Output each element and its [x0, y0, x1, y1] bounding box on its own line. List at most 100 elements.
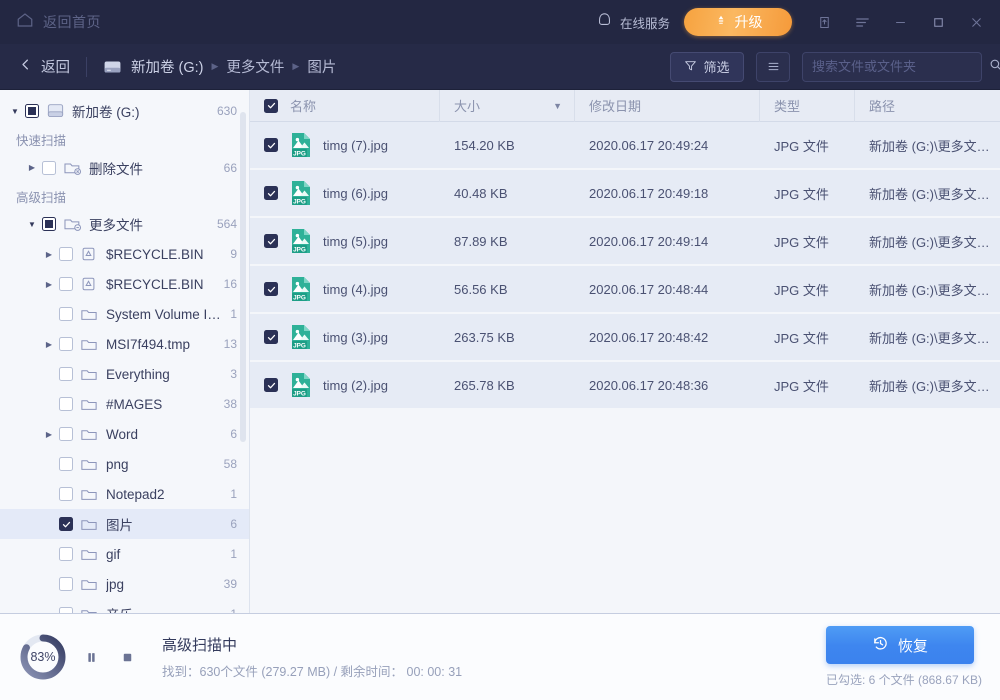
- jpg-file-icon: JPG: [289, 276, 313, 302]
- tree-checkbox[interactable]: [59, 337, 73, 351]
- tree-item-count: 66: [224, 161, 237, 175]
- tree-item-1-12[interactable]: jpg39: [0, 569, 249, 599]
- chevron-right-icon[interactable]: ▶: [42, 247, 56, 261]
- tree-item-label: $RECYCLE.BIN: [106, 247, 222, 262]
- row-checkbox[interactable]: [264, 234, 278, 248]
- tree-checkbox[interactable]: [59, 247, 73, 261]
- tree-item-1-4[interactable]: ▶MSI7f494.tmp13: [0, 329, 249, 359]
- tree-item-1-8[interactable]: png58: [0, 449, 249, 479]
- pause-icon[interactable]: [78, 644, 104, 670]
- online-service-button[interactable]: 在线服务: [596, 11, 670, 33]
- tree-item-1-3[interactable]: System Volume Inf...1: [0, 299, 249, 329]
- selected-summary: 已勾选: 6 个文件 (868.67 KB): [826, 671, 982, 688]
- column-header-date[interactable]: 修改日期: [575, 90, 760, 122]
- tree-item-1-10[interactable]: 图片6: [0, 509, 249, 539]
- table-row[interactable]: JPGtimg (7).jpg154.20 KB2020.06.17 20:49…: [250, 122, 1000, 168]
- file-name-label: timg (4).jpg: [323, 282, 388, 297]
- chevron-right-icon[interactable]: ▶: [42, 277, 56, 291]
- row-checkbox[interactable]: [264, 378, 278, 392]
- folder-icon: [80, 307, 99, 322]
- status-actions: 恢复 已勾选: 6 个文件 (868.67 KB): [826, 626, 982, 688]
- column-header-type[interactable]: 类型: [760, 90, 855, 122]
- tree-item-1-11[interactable]: gif1: [0, 539, 249, 569]
- row-checkbox[interactable]: [264, 186, 278, 200]
- tree-checkbox[interactable]: [59, 427, 73, 441]
- tree-checkbox[interactable]: [59, 457, 73, 471]
- tree-item-1-1[interactable]: ▶$RECYCLE.BIN9: [0, 239, 249, 269]
- upgrade-button[interactable]: 升级: [684, 8, 792, 36]
- file-size-cell: 154.20 KB: [440, 138, 575, 153]
- tree-item-1-13[interactable]: 音乐1: [0, 599, 249, 613]
- restore-clock-icon: [872, 635, 889, 656]
- chevron-down-icon[interactable]: ▼: [8, 104, 22, 118]
- chevron-down-icon[interactable]: ▼: [25, 217, 39, 231]
- close-icon[interactable]: [960, 7, 992, 37]
- tree-checkbox[interactable]: [59, 307, 73, 321]
- column-header-size[interactable]: 大小▼: [440, 90, 575, 122]
- tree-item-0-0[interactable]: ▶删除文件66: [0, 153, 249, 183]
- list-view-icon[interactable]: [756, 52, 790, 82]
- tree-item-1-6[interactable]: #MAGES38: [0, 389, 249, 419]
- tree-item-label: MSI7f494.tmp: [106, 337, 216, 352]
- tree-item-1-2[interactable]: ▶$RECYCLE.BIN16: [0, 269, 249, 299]
- file-date-cell: 2020.06.17 20:49:18: [575, 186, 760, 201]
- minimize-icon[interactable]: [884, 7, 916, 37]
- chevron-right-icon[interactable]: ▶: [25, 161, 39, 175]
- tree-item-root-root[interactable]: ▼新加卷 (G:)630: [0, 96, 249, 126]
- tree-checkbox[interactable]: [59, 577, 73, 591]
- tree-checkbox[interactable]: [59, 277, 73, 291]
- table-row[interactable]: JPGtimg (2).jpg265.78 KB2020.06.17 20:48…: [250, 362, 1000, 408]
- table-row[interactable]: JPGtimg (3).jpg263.75 KB2020.06.17 20:48…: [250, 314, 1000, 360]
- tree-item-label: 新加卷 (G:): [72, 101, 209, 121]
- restore-button[interactable]: 恢复: [826, 626, 974, 664]
- table-row[interactable]: JPGtimg (5).jpg87.89 KB2020.06.17 20:49:…: [250, 218, 1000, 264]
- search-box[interactable]: [802, 52, 982, 82]
- file-path-cell: 新加卷 (G:)\更多文件...: [855, 328, 1000, 347]
- tree-checkbox[interactable]: [59, 397, 73, 411]
- tree-item-1-7[interactable]: ▶Word6: [0, 419, 249, 449]
- stop-icon[interactable]: [114, 644, 140, 670]
- svg-text:JPG: JPG: [293, 294, 306, 301]
- tree-caret-spacer: [42, 367, 56, 381]
- filter-button[interactable]: 筛选: [670, 52, 744, 82]
- chevron-right-icon[interactable]: ▶: [42, 427, 56, 441]
- breadcrumb-item-2[interactable]: 图片: [307, 56, 336, 77]
- sidebar-scrollbar-thumb[interactable]: [240, 112, 246, 442]
- scan-title: 高级扫描中: [162, 634, 462, 655]
- table-row[interactable]: JPGtimg (4).jpg56.56 KB2020.06.17 20:48:…: [250, 266, 1000, 312]
- tree-checkbox[interactable]: [42, 217, 56, 231]
- breadcrumb-item-0[interactable]: 新加卷 (G:): [131, 56, 204, 77]
- maximize-icon[interactable]: [922, 7, 954, 37]
- tree-checkbox[interactable]: [59, 487, 73, 501]
- folder-icon: [80, 487, 99, 502]
- tree-checkbox[interactable]: [59, 517, 73, 531]
- search-icon[interactable]: [988, 57, 1000, 77]
- tree-checkbox[interactable]: [59, 367, 73, 381]
- tree-item-1-5[interactable]: Everything3: [0, 359, 249, 389]
- breadcrumb-item-1[interactable]: 更多文件: [226, 56, 284, 77]
- tree-checkbox[interactable]: [59, 547, 73, 561]
- row-checkbox[interactable]: [264, 138, 278, 152]
- chevron-right-icon[interactable]: ▶: [42, 337, 56, 351]
- row-checkbox[interactable]: [264, 330, 278, 344]
- tree-item-1-9[interactable]: Notepad21: [0, 479, 249, 509]
- recycle-bin-icon: [80, 246, 99, 262]
- file-type-cell: JPG 文件: [760, 232, 855, 251]
- select-all-checkbox[interactable]: [264, 99, 278, 113]
- home-button[interactable]: 返回首页: [16, 11, 101, 34]
- table-row[interactable]: JPGtimg (6).jpg40.48 KB2020.06.17 20:49:…: [250, 170, 1000, 216]
- tree-checkbox[interactable]: [25, 104, 39, 118]
- jpg-file-icon: JPG: [289, 180, 313, 206]
- export-icon[interactable]: [808, 7, 840, 37]
- tree-item-1-0[interactable]: ▼更多文件564: [0, 209, 249, 239]
- breadcrumb-separator-1: ▶: [292, 61, 299, 72]
- search-input[interactable]: [812, 59, 988, 74]
- back-button[interactable]: 返回: [18, 56, 70, 77]
- row-checkbox[interactable]: [264, 282, 278, 296]
- column-header-name[interactable]: 名称: [250, 90, 440, 122]
- column-header-path[interactable]: 路径: [855, 90, 1000, 122]
- scan-detail: 找到：630个文件 (279.27 MB) / 剩余时间： 00: 00: 31: [162, 661, 462, 680]
- menu-icon[interactable]: [846, 7, 878, 37]
- sort-desc-icon[interactable]: ▼: [553, 101, 562, 111]
- tree-checkbox[interactable]: [42, 161, 56, 175]
